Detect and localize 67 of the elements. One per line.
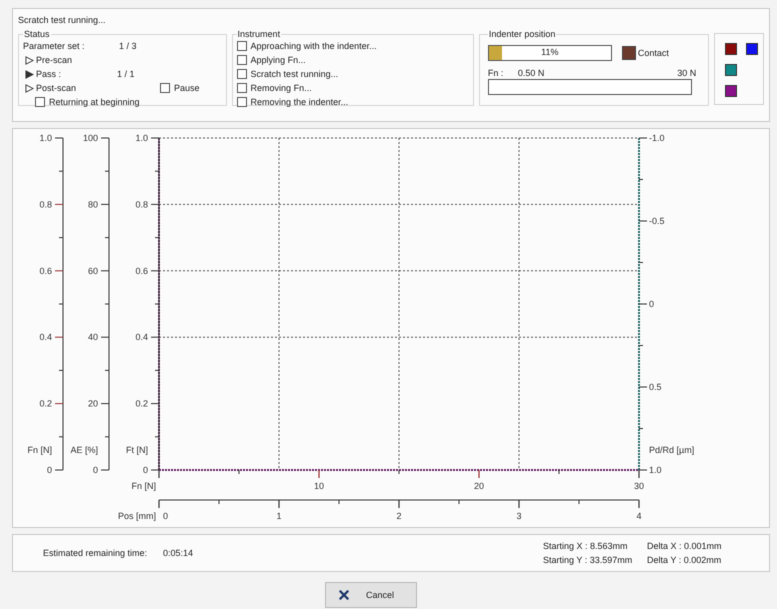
fn-label: Fn :: [488, 68, 504, 78]
remaining-value: 0:05:14: [163, 548, 194, 558]
tick-label: 0.4: [135, 332, 148, 342]
tick-label: -1.0: [649, 133, 665, 143]
tick-label: 0: [163, 511, 168, 521]
tick-label: 1.0: [135, 133, 148, 143]
tick-label: 10: [314, 481, 324, 491]
position-reading: Starting Y : 33.597mm: [543, 555, 634, 565]
fn-max: 30 N: [677, 68, 696, 78]
tick-label: 100: [82, 133, 98, 143]
contact-label: Contact: [638, 48, 669, 58]
remaining-label: Estimated remaining time:: [43, 548, 148, 558]
stage-checkbox[interactable]: Approaching with the indenter...: [236, 39, 469, 53]
tick-label: 40: [88, 332, 98, 342]
axis-title: Pos [mm]: [118, 511, 156, 521]
tick-label: 1: [276, 511, 282, 521]
tick-label: 0.8: [39, 199, 52, 210]
tick-label: 0: [649, 299, 654, 309]
tick-label: 0: [92, 465, 98, 475]
tick-label: 0.6: [39, 266, 52, 276]
tick-label: 0.2: [39, 398, 52, 409]
field-value: 1 / 3: [119, 41, 137, 51]
stage-checkbox[interactable]: Removing the indenter...: [236, 95, 469, 109]
tick-label: 60: [88, 266, 98, 276]
stage-checkbox[interactable]: Removing Fn...: [236, 81, 469, 95]
stage-checkbox[interactable]: Applying Fn...: [236, 53, 469, 67]
tick-label: 1.0: [649, 465, 662, 475]
tick-label: 0.2: [135, 398, 148, 409]
axis-title: Fn [N]: [27, 445, 52, 455]
field-label: Parameter set :: [23, 41, 86, 51]
cancel-button[interactable]: Cancel: [325, 582, 417, 608]
group-title: Status: [23, 29, 51, 39]
tick-label: 3: [516, 511, 522, 521]
step-label: Post-scan: [36, 83, 78, 93]
fn-min: 0.50 N: [518, 68, 546, 78]
group-title: Instrument: [236, 29, 282, 39]
group-title: Indenter position: [488, 29, 556, 39]
progress-reading: 11%: [540, 47, 560, 57]
close-icon: [338, 589, 350, 601]
tick-label: 20: [474, 481, 484, 491]
tick-label: 2: [396, 511, 402, 521]
tick-label: 0: [46, 465, 52, 475]
tick-label: 30: [634, 481, 644, 491]
axis-title: AE [%]: [70, 445, 98, 455]
tick-label: 80: [88, 199, 98, 210]
tick-label: 0.4: [39, 332, 52, 342]
status-message: Scratch test running...: [18, 15, 107, 25]
pause-checkbox[interactable]: Pause: [160, 81, 200, 95]
tick-label: 0: [142, 465, 148, 475]
position-reading: Delta X : 0.001mm: [647, 541, 722, 551]
position-reading: Delta Y : 0.002mm: [647, 555, 722, 565]
tick-label: 20: [88, 398, 98, 409]
position-reading: Starting X : 8.563mm: [543, 541, 629, 551]
stage-checkbox[interactable]: Scratch test running...: [236, 67, 469, 81]
tick-label: 1.0: [39, 133, 52, 143]
axis-title: Fn [N]: [131, 481, 156, 491]
tick-label: -0.5: [649, 216, 665, 226]
step-label: Pass :: [36, 69, 62, 79]
tick-label: 0.5: [649, 382, 662, 392]
tick-label: 4: [636, 511, 642, 521]
axis-title: Ft [N]: [126, 445, 148, 455]
tick-label: 0.6: [135, 266, 148, 276]
step-label: Pre-scan: [36, 55, 74, 65]
axis-title: Pd/Rd [µm]: [649, 445, 694, 455]
field-value: 1 / 1: [117, 69, 135, 79]
tick-label: 0.8: [135, 199, 148, 210]
returning-checkbox[interactable]: Returning at beginning: [35, 95, 222, 109]
